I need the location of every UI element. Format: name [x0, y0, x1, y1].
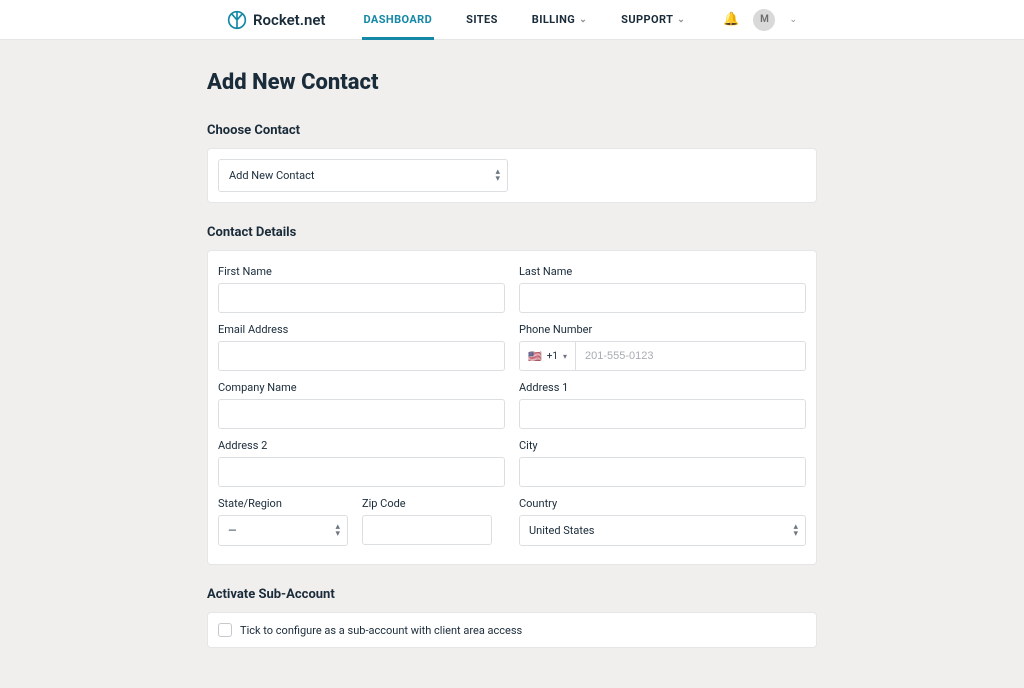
email-label: Email Address — [218, 323, 505, 336]
choose-contact-select[interactable]: Add New Contact — [218, 159, 508, 192]
contact-details-card: First Name Last Name Email Address Phone… — [207, 250, 817, 565]
last-name-input[interactable] — [519, 283, 806, 313]
phone-label: Phone Number — [519, 323, 806, 336]
nav: DASHBOARD SITES BILLING⌄ SUPPORT⌄ — [362, 0, 688, 40]
state-select[interactable]: — — [218, 515, 348, 546]
company-input[interactable] — [218, 399, 505, 429]
zip-input[interactable] — [362, 515, 492, 545]
header: Rocket.net DASHBOARD SITES BILLING⌄ SUPP… — [0, 0, 1024, 40]
sub-account-row: Tick to configure as a sub-account with … — [207, 612, 817, 648]
phone-input[interactable] — [575, 341, 806, 371]
choose-contact-select-wrap: Add New Contact ▴▾ — [218, 159, 508, 192]
logo[interactable]: Rocket.net — [227, 10, 325, 30]
chevron-down-icon[interactable]: ⌄ — [789, 15, 797, 25]
first-name-input[interactable] — [218, 283, 505, 313]
sub-account-checkbox[interactable] — [218, 623, 232, 637]
nav-sites[interactable]: SITES — [464, 0, 500, 40]
chevron-down-icon: ▾ — [563, 352, 567, 361]
logo-icon — [227, 10, 247, 30]
flag-icon: 🇺🇸 — [528, 350, 542, 363]
phone-group: 🇺🇸 +1 ▾ — [519, 341, 806, 371]
zip-label: Zip Code — [362, 497, 492, 510]
country-label: Country — [519, 497, 806, 510]
last-name-label: Last Name — [519, 265, 806, 278]
address1-label: Address 1 — [519, 381, 806, 394]
sub-account-title: Activate Sub-Account — [207, 587, 817, 602]
avatar[interactable]: M — [753, 9, 775, 31]
bell-icon[interactable]: 🔔 — [723, 12, 739, 27]
first-name-label: First Name — [218, 265, 505, 278]
phone-country-selector[interactable]: 🇺🇸 +1 ▾ — [519, 341, 575, 371]
nav-support[interactable]: SUPPORT⌄ — [619, 0, 687, 40]
city-input[interactable] — [519, 457, 806, 487]
choose-contact-title: Choose Contact — [207, 123, 817, 138]
page-title: Add New Contact — [207, 70, 817, 95]
main-content: Add New Contact Choose Contact Add New C… — [207, 40, 817, 688]
address2-input[interactable] — [218, 457, 505, 487]
contact-details-title: Contact Details — [207, 225, 817, 240]
nav-billing[interactable]: BILLING⌄ — [530, 0, 589, 40]
chevron-down-icon: ⌄ — [677, 15, 685, 25]
chevron-down-icon: ⌄ — [579, 15, 587, 25]
header-inner: Rocket.net DASHBOARD SITES BILLING⌄ SUPP… — [20, 0, 1004, 40]
address2-label: Address 2 — [218, 439, 505, 452]
header-right: 🔔 M ⌄ — [723, 9, 797, 31]
company-label: Company Name — [218, 381, 505, 394]
city-label: City — [519, 439, 806, 452]
brand-text: Rocket.net — [253, 11, 325, 29]
email-input[interactable] — [218, 341, 505, 371]
nav-dashboard[interactable]: DASHBOARD — [362, 0, 435, 40]
sub-account-label: Tick to configure as a sub-account with … — [240, 624, 522, 637]
state-label: State/Region — [218, 497, 348, 510]
choose-contact-card: Add New Contact ▴▾ — [207, 148, 817, 203]
country-select[interactable]: United States — [519, 515, 806, 546]
address1-input[interactable] — [519, 399, 806, 429]
